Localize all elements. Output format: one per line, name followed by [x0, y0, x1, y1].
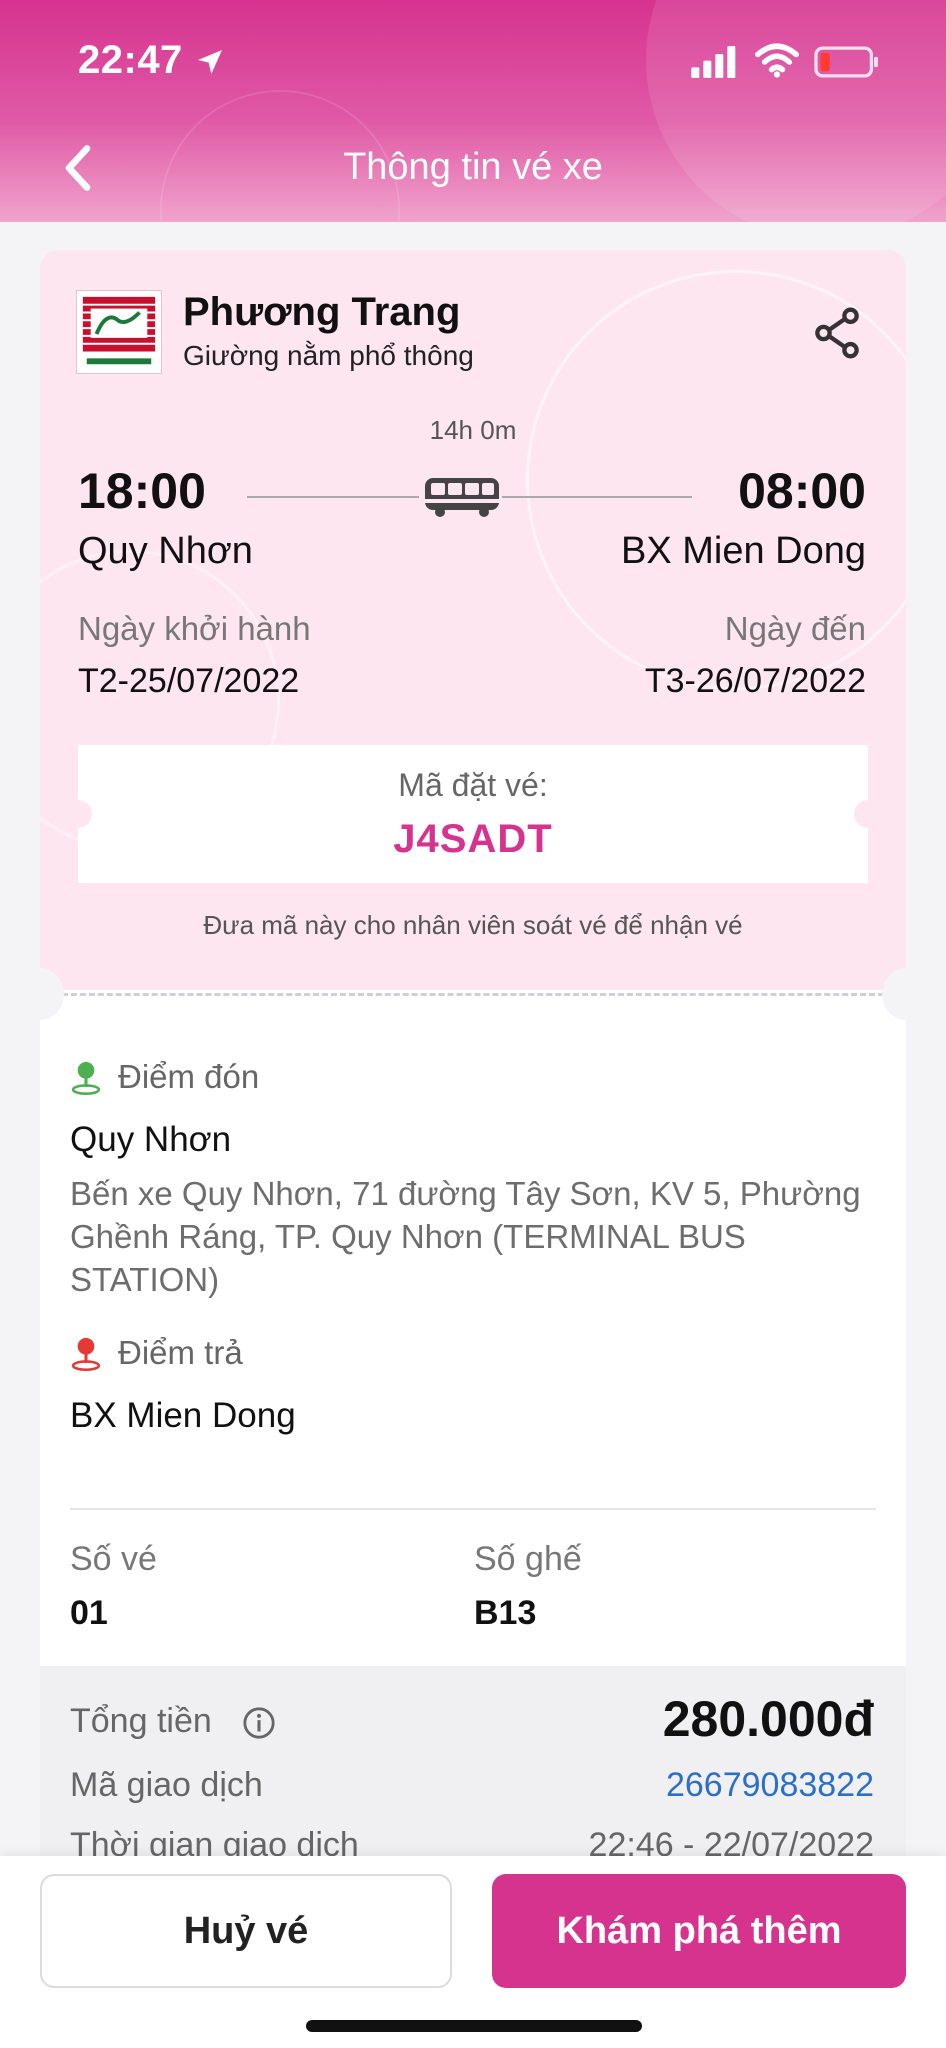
route-line: [247, 496, 419, 498]
page-title: Thông tin vé xe: [343, 146, 603, 188]
transaction-id[interactable]: 26679083822: [666, 1766, 874, 1805]
departure-time: 18:00: [78, 463, 206, 519]
booking-code-hint: Đưa mã này cho nhân viên soát vé để nhận…: [203, 910, 743, 940]
battery-low-icon: [814, 46, 879, 78]
company-logo: [76, 290, 162, 374]
location-arrow-icon: [198, 50, 222, 74]
arrival-date: T3-26/07/2022: [644, 662, 866, 700]
ticket-summary: Phương Trang Giường nằm phổ thông 14h 0m…: [40, 250, 906, 990]
cancel-ticket-button[interactable]: Huỷ vé: [40, 1874, 452, 1988]
pickup-address: Bến xe Quy Nhơn, 71 đường Tây Sơn, KV 5,…: [70, 1175, 861, 1298]
bus-icon: [425, 478, 499, 517]
ticket-count-label: Số vé: [70, 1540, 157, 1578]
departure-date: T2-25/07/2022: [78, 662, 300, 700]
dropoff-name: BX Mien Dong: [70, 1396, 296, 1435]
dropoff-label: Điểm trả: [118, 1334, 243, 1371]
nav-bar: Thông tin vé xe: [0, 120, 946, 220]
status-bar: 22:47: [0, 0, 946, 120]
arrival-place: BX Mien Dong: [620, 530, 866, 572]
ticket-count: 01: [70, 1594, 108, 1632]
ticket-card: Phương Trang Giường nằm phổ thông 14h 0m…: [40, 250, 906, 1870]
seat-number: B13: [474, 1594, 537, 1632]
departure-date-label: Ngày khởi hành: [78, 610, 311, 647]
bus-type: Giường nằm phổ thông: [183, 340, 474, 371]
bottom-action-bar: Huỷ vé Khám phá thêm: [0, 1856, 946, 2048]
dropoff-pin-icon: [71, 1337, 101, 1371]
total-amount: 280.000đ: [662, 1691, 874, 1747]
arrival-time: 08:00: [738, 463, 866, 519]
explore-more-button[interactable]: Khám phá thêm: [492, 1874, 906, 1988]
divider: [70, 1508, 876, 1510]
cellular-signal-icon: [691, 46, 736, 78]
booking-code-box: Mã đặt vé: J4SADT: [64, 745, 882, 883]
info-icon[interactable]: [242, 1706, 276, 1740]
share-icon[interactable]: [812, 306, 862, 360]
departure-place: Quy Nhơn: [78, 530, 253, 572]
pickup-pin-icon: [71, 1061, 101, 1095]
company-name: Phương Trang: [183, 290, 461, 334]
wifi-icon: [755, 43, 799, 78]
booking-code: J4SADT: [393, 817, 553, 861]
arrival-date-label: Ngày đến: [724, 610, 866, 647]
total-label: Tổng tiền: [70, 1702, 212, 1740]
seat-label: Số ghế: [474, 1540, 582, 1578]
transaction-id-label: Mã giao dịch: [70, 1766, 263, 1804]
status-time: 22:47: [78, 38, 183, 82]
booking-code-label: Mã đặt vé:: [398, 767, 548, 803]
ticket-perforation: [62, 993, 884, 996]
payment-summary: Tổng tiền 280.000đ Mã giao dịch 26679083…: [40, 1666, 906, 1870]
route-line: [502, 496, 692, 498]
pickup-name: Quy Nhơn: [70, 1120, 232, 1159]
header: 22:47 Thông tin vé xe: [0, 0, 946, 222]
home-indicator[interactable]: [306, 2020, 642, 2032]
trip-duration: 14h 0m: [429, 415, 517, 445]
pickup-label: Điểm đón: [118, 1058, 260, 1095]
